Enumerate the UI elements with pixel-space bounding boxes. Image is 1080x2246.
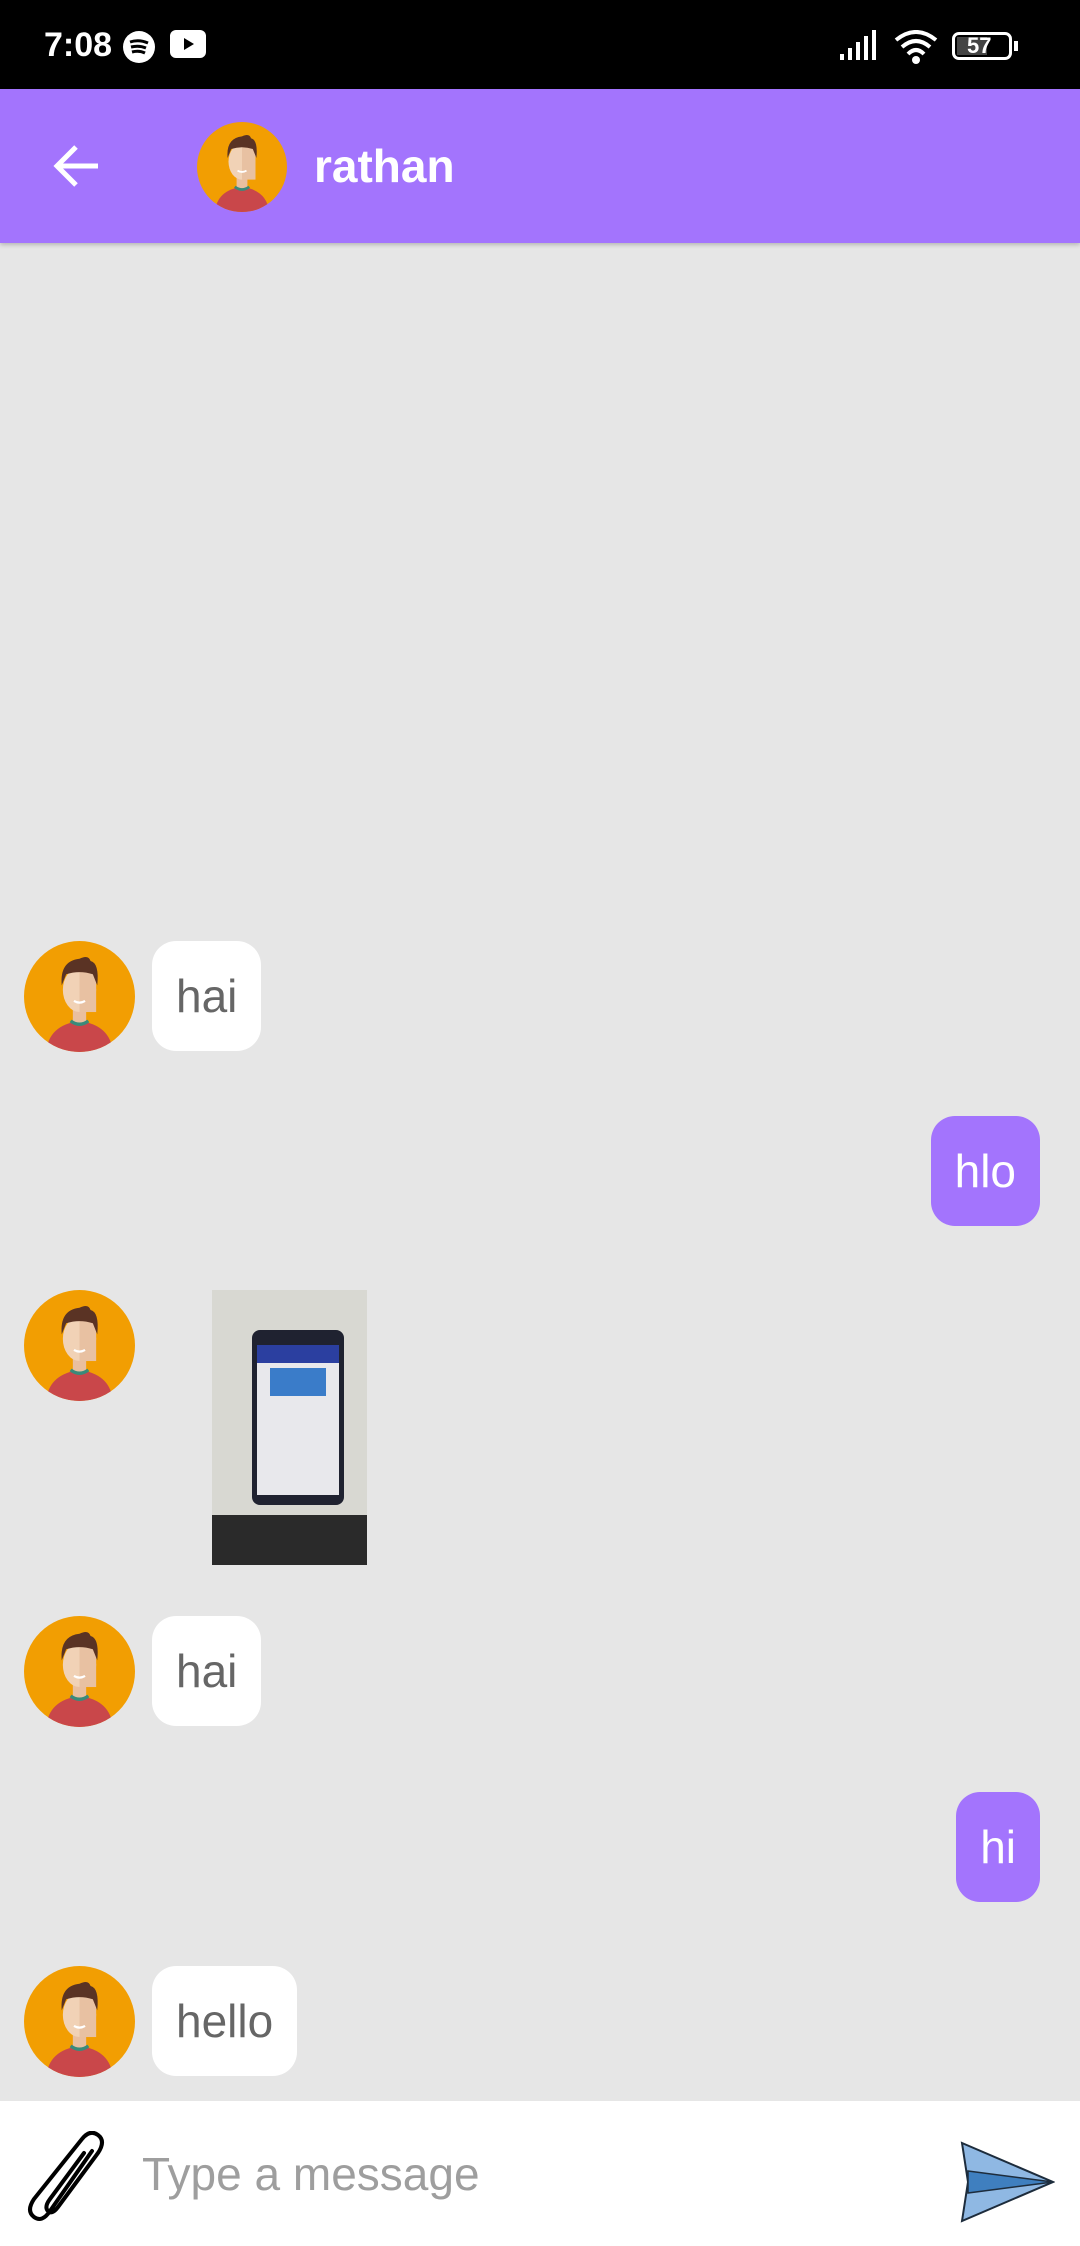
send-icon[interactable] [960, 2141, 1055, 2223]
message-input[interactable] [140, 2137, 924, 2211]
battery-level: 57 [967, 33, 992, 58]
composer-bar [0, 2101, 1080, 2246]
arrow-left-icon[interactable] [52, 141, 102, 191]
image-message[interactable] [212, 1290, 367, 1565]
wifi-icon [894, 30, 938, 64]
status-bar: 7:08 57 [0, 0, 1080, 89]
contact-name[interactable]: rathan [314, 139, 455, 193]
battery-icon: 57 [952, 32, 1018, 60]
contact-avatar[interactable] [197, 122, 287, 212]
outgoing-message[interactable]: hlo [930, 1116, 1040, 1226]
avatar [24, 1616, 135, 1727]
chat-header: rathan [0, 89, 1080, 243]
outgoing-message[interactable]: hi [956, 1792, 1040, 1902]
spotify-icon [123, 31, 155, 63]
avatar [24, 1290, 135, 1401]
signal-icon [840, 30, 876, 60]
avatar [24, 941, 135, 1052]
incoming-message[interactable]: hai [152, 941, 262, 1051]
youtube-icon [170, 30, 206, 58]
paperclip-icon[interactable] [22, 2131, 122, 2231]
avatar [24, 1966, 135, 2077]
status-time: 7:08 [44, 26, 113, 64]
incoming-message[interactable]: hello [152, 1966, 298, 2076]
incoming-message[interactable]: hai [152, 1616, 262, 1726]
